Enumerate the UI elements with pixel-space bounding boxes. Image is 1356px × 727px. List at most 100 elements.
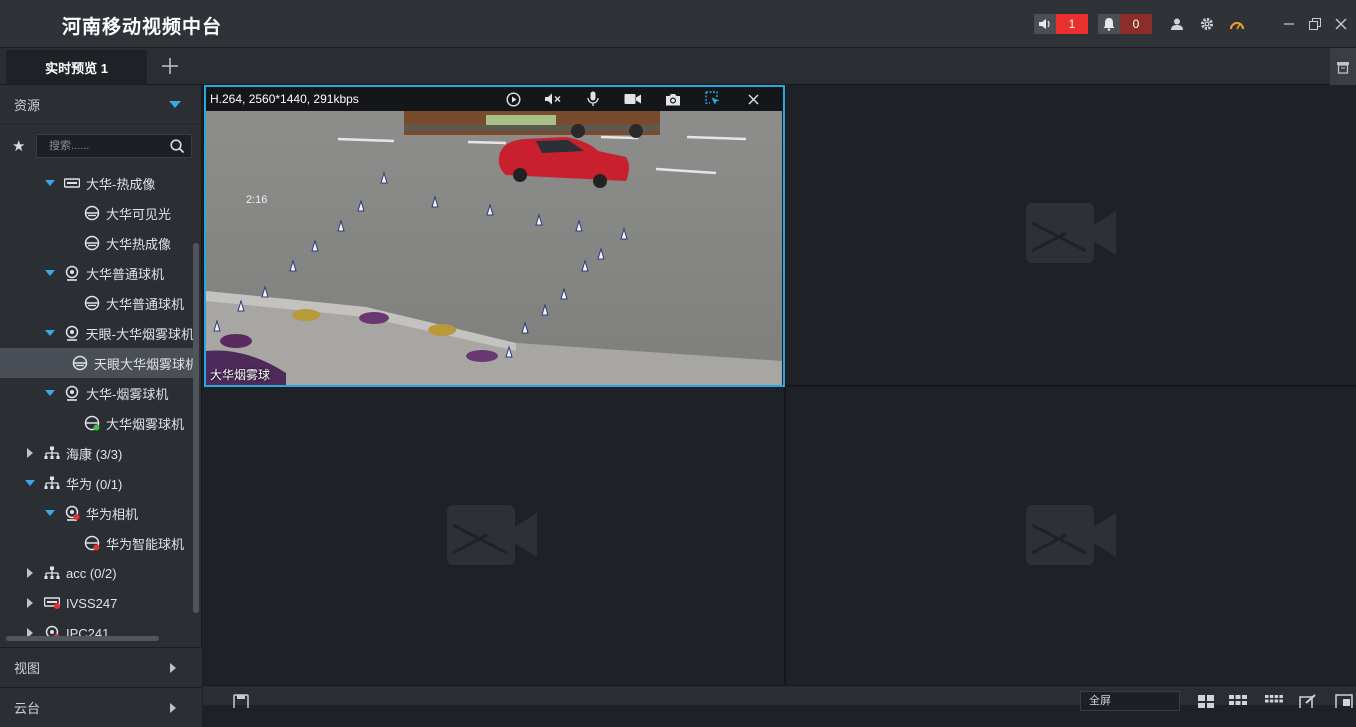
speedometer-icon[interactable]	[1222, 0, 1252, 48]
gear-icon[interactable]	[1192, 0, 1222, 48]
tree-node-label: 天眼大华烟雾球机	[94, 356, 194, 372]
tree-node[interactable]: 大华-热成像	[0, 168, 194, 198]
dome-camera-icon	[84, 205, 100, 221]
expand-arrow-icon[interactable]	[44, 180, 56, 186]
codec-info: H.264, 2560*1440, 291kbps	[210, 92, 359, 106]
collapse-arrow-icon[interactable]	[24, 448, 36, 458]
star-icon[interactable]: ★	[12, 137, 28, 155]
resources-header[interactable]: 资源	[0, 85, 201, 125]
tree-node-label: 华为智能球机	[106, 536, 185, 552]
device-tree: 大华-热成像 大华可见光 大华热成像 大华普通球机 大华普通球机 天眼-大华烟雾球机 天眼大…	[0, 168, 194, 638]
chevron-down-icon	[169, 101, 181, 108]
chevron-right-icon	[170, 662, 176, 673]
tree-node-label: 华为 (0/1)	[66, 476, 123, 492]
tree-horizontal-scrollbar[interactable]	[6, 636, 159, 641]
tree-node[interactable]: IVSS247	[0, 588, 194, 618]
bell-alarm[interactable]: 0	[1098, 14, 1152, 34]
cloud-label: 云台	[14, 701, 41, 716]
expand-arrow-icon[interactable]	[44, 330, 56, 336]
layout-4-icon[interactable]	[1197, 694, 1215, 708]
edit-layout-icon[interactable]	[1299, 694, 1317, 708]
add-tab-icon[interactable]	[158, 54, 182, 78]
video-placeholder-icon	[1026, 505, 1116, 565]
video-grid: H.264, 2560*1440, 291kbps 2:16 大华烟雾球	[203, 85, 1356, 685]
expand-arrow-icon[interactable]	[44, 390, 56, 396]
tree-node[interactable]: 大华-烟雾球机	[0, 378, 194, 408]
tab-live-preview[interactable]: 实时预览 1	[6, 50, 147, 85]
video-cell-3[interactable]	[203, 387, 784, 685]
microphone-icon[interactable]	[573, 87, 613, 111]
tree-node[interactable]: acc (0/2)	[0, 558, 194, 588]
expand-arrow-icon[interactable]	[24, 480, 36, 486]
camera-label: 大华烟雾球	[210, 368, 271, 382]
video-cell-2[interactable]	[786, 85, 1356, 385]
tree-node[interactable]: 大华普通球机	[0, 288, 194, 318]
speaker-alarm[interactable]: 1	[1034, 14, 1088, 34]
bottom-toolbar: 全屏	[203, 685, 1356, 711]
speaker-icon	[1034, 14, 1056, 34]
tree-node[interactable]: 大华普通球机	[0, 258, 194, 288]
webcam-icon	[64, 325, 80, 341]
snapshot-icon[interactable]	[653, 87, 693, 111]
trash-icon[interactable]	[1330, 48, 1356, 85]
tree-node[interactable]: 天眼大华烟雾球机	[0, 348, 194, 378]
tree-node[interactable]: 海康 (3/3)	[0, 438, 194, 468]
tree-node[interactable]: 大华热成像	[0, 228, 194, 258]
video-cell-4[interactable]	[786, 387, 1356, 685]
tree-node-label: 海康 (3/3)	[66, 446, 123, 462]
webcam-offline-icon	[64, 505, 80, 521]
collapse-arrow-icon[interactable]	[24, 568, 36, 578]
title-bar: 河南移动视频中台 1 0	[0, 0, 1356, 48]
layout-9-icon[interactable]	[1229, 694, 1247, 708]
network-icon	[44, 475, 60, 491]
restore-icon[interactable]	[1302, 0, 1328, 48]
save-icon[interactable]	[233, 694, 251, 708]
minimize-icon[interactable]	[1276, 0, 1302, 48]
close-icon[interactable]	[1328, 0, 1354, 48]
pointer-icon[interactable]	[693, 87, 733, 111]
dome-camera-online-icon	[84, 415, 100, 431]
webcam-icon	[64, 265, 80, 281]
network-icon	[44, 565, 60, 581]
timestamp-overlay: 2:16	[246, 194, 267, 206]
tree-node-label: 大华普通球机	[86, 266, 165, 282]
cloud-section[interactable]: 云台	[0, 687, 202, 727]
play-icon[interactable]	[493, 87, 533, 111]
dome-camera-icon	[72, 355, 88, 371]
layout-16-icon[interactable]	[1265, 694, 1283, 708]
tab-bar: 实时预览 1	[0, 48, 1356, 85]
tree-node[interactable]: 华为智能球机	[0, 528, 194, 558]
tree-node[interactable]: 大华烟雾球机	[0, 408, 194, 438]
fullscreen-icon[interactable]	[1335, 694, 1353, 708]
bell-alarm-count: 0	[1120, 14, 1152, 34]
expand-arrow-icon[interactable]	[44, 510, 56, 516]
tree-node[interactable]: 大华可见光	[0, 198, 194, 228]
nvr-offline-icon	[44, 595, 60, 611]
expand-arrow-icon[interactable]	[44, 270, 56, 276]
close-icon[interactable]	[733, 87, 773, 111]
video-placeholder-icon	[1026, 203, 1116, 263]
video-placeholder-icon	[447, 505, 537, 565]
collapse-arrow-icon[interactable]	[24, 598, 36, 608]
views-section[interactable]: 视图	[0, 647, 202, 687]
camera-feed: 2:16 大华烟雾球	[206, 111, 782, 385]
app-title: 河南移动视频中台	[62, 17, 223, 38]
views-label: 视图	[14, 661, 41, 676]
video-cell-1[interactable]: H.264, 2560*1440, 291kbps 2:16 大华烟雾球	[204, 85, 785, 387]
camera-feed-image: 2:16	[206, 111, 782, 385]
layout-select[interactable]: 全屏	[1080, 691, 1180, 711]
tree-node[interactable]: 天眼-大华烟雾球机	[0, 318, 194, 348]
search-box	[36, 134, 192, 158]
user-icon[interactable]	[1162, 0, 1192, 48]
tree-node-label: 大华烟雾球机	[106, 416, 185, 432]
tree-node[interactable]: IPC241	[0, 618, 194, 638]
record-icon[interactable]	[613, 87, 653, 111]
mute-icon[interactable]	[533, 87, 573, 111]
tree-node[interactable]: 华为 (0/1)	[0, 468, 194, 498]
search-icon[interactable]	[170, 138, 185, 154]
tree-node[interactable]: 华为相机	[0, 498, 194, 528]
tree-vertical-scrollbar[interactable]	[193, 243, 199, 613]
resources-label: 资源	[14, 98, 41, 113]
search-input[interactable]	[49, 140, 159, 152]
webcam-icon	[64, 385, 80, 401]
